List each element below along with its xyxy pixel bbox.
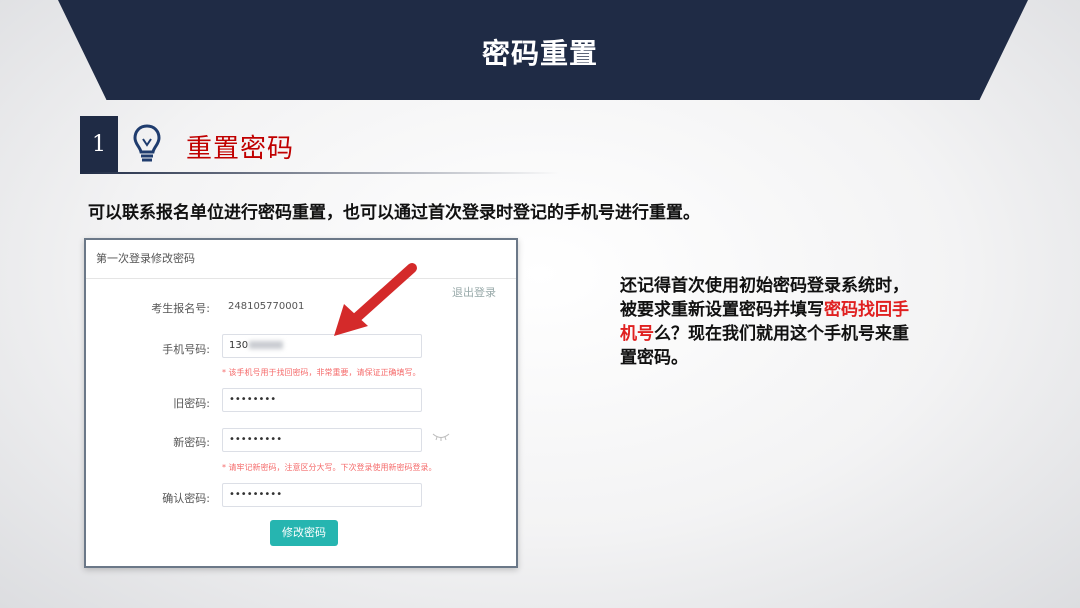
phone-hint: * 该手机号用于找回密码，非常重要，请保证正确填写。 bbox=[222, 368, 421, 377]
section-divider bbox=[80, 172, 560, 174]
phone-label: 手机号码: bbox=[162, 343, 210, 356]
exam-id-value: 248105770001 bbox=[228, 301, 305, 312]
phone-blur bbox=[249, 341, 284, 349]
phone-value: 130 bbox=[229, 340, 249, 351]
exam-id-label: 考生报名号: bbox=[151, 302, 210, 315]
form-header: 第一次登录修改密码 bbox=[86, 240, 516, 279]
description-text: 可以联系报名单位进行密码重置，也可以通过首次登录时登记的手机号进行重置。 bbox=[88, 203, 700, 223]
change-password-screenshot: 第一次登录修改密码 退出登录 考生报名号: 248105770001 手机号码:… bbox=[84, 238, 518, 568]
new-password-input[interactable]: ••••••••• bbox=[222, 428, 422, 452]
section-title: 重置密码 bbox=[186, 134, 295, 164]
new-password-label: 新密码: bbox=[173, 436, 210, 449]
old-password-label: 旧密码: bbox=[173, 397, 210, 410]
confirm-password-label: 确认密码: bbox=[162, 492, 210, 505]
lightbulb-icon bbox=[124, 116, 170, 172]
confirm-password-input[interactable]: ••••••••• bbox=[222, 483, 422, 507]
page-title: 密码重置 bbox=[481, 37, 598, 70]
section-number: 1 bbox=[80, 116, 118, 172]
arrow-icon bbox=[330, 262, 420, 346]
note-after: 么？现在我们就用这个手机号来重置密码。 bbox=[620, 324, 909, 368]
old-password-input[interactable]: •••••••• bbox=[222, 388, 422, 412]
logout-link[interactable]: 退出登录 bbox=[452, 284, 496, 300]
submit-button[interactable]: 修改密码 bbox=[270, 520, 338, 546]
eye-closed-icon[interactable] bbox=[432, 433, 450, 444]
new-password-hint: * 请牢记新密码，注意区分大写。下次登录使用新密码登录。 bbox=[222, 463, 437, 472]
note-text: 还记得首次使用初始密码登录系统时，被要求重新设置密码并填写密码找回手机号么？现在… bbox=[620, 274, 910, 370]
